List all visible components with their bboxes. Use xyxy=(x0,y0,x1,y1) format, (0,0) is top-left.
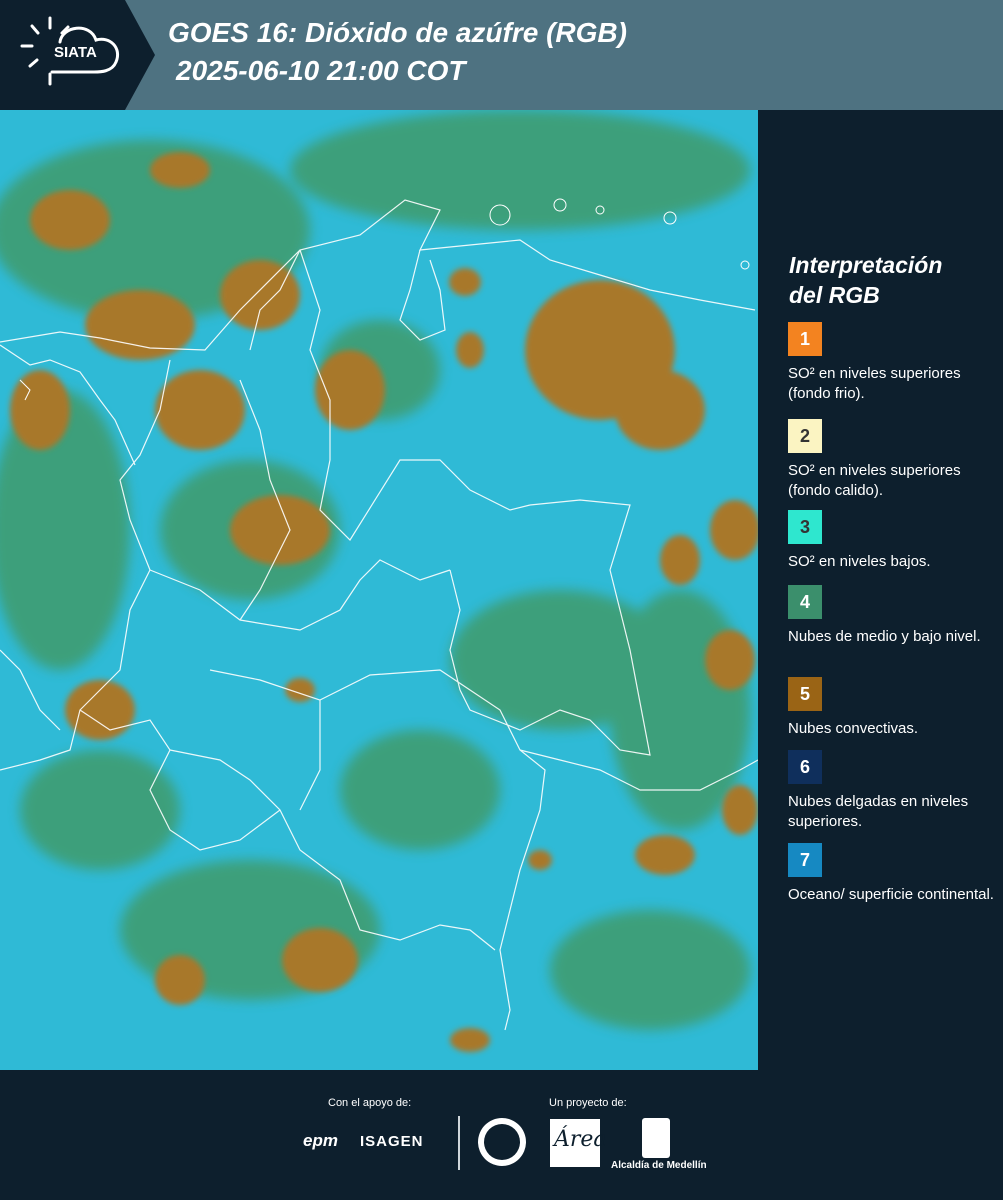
legend-swatch-6: 6 xyxy=(788,750,822,784)
header: SIATA GOES 16: Dióxido de azúfre (RGB) 2… xyxy=(0,0,1003,110)
project-label: Un proyecto de: xyxy=(549,1097,627,1109)
legend-swatch-2: 2 xyxy=(788,419,822,453)
legend-swatch-4: 4 xyxy=(788,585,822,619)
medellin-seal-icon xyxy=(478,1118,526,1166)
epm-logo: epm xyxy=(303,1131,338,1150)
legend-item-5: 5 Nubes convectivas. xyxy=(788,677,998,739)
alcaldia-shield-icon xyxy=(642,1118,670,1158)
title-line-2: 2025-06-10 21:00 COT xyxy=(176,55,466,86)
legend-text-3: SO² en niveles bajos. xyxy=(788,553,931,570)
legend-text-1: SO² en niveles superiores (fondo frio). xyxy=(788,365,961,402)
legend-text-7: Oceano/ superficie continental. xyxy=(788,886,994,903)
legend-swatch-1: 1 xyxy=(788,322,822,356)
legend-item-7: 7 Oceano/ superficie continental. xyxy=(788,843,998,905)
siata-logo-text: SIATA xyxy=(54,44,97,61)
legend-title-line-1: Interpretación xyxy=(789,252,943,278)
siata-logo: SIATA xyxy=(0,0,155,110)
page-title: GOES 16: Dióxido de azúfre (RGB) 2025-06… xyxy=(168,14,627,90)
isagen-logo: ISAGEN xyxy=(360,1133,424,1150)
area-logo-text: Área xyxy=(554,1127,607,1152)
title-line-1: GOES 16: Dióxido de azúfre (RGB) xyxy=(168,17,627,48)
legend-text-2: SO² en niveles superiores (fondo calido)… xyxy=(788,462,961,499)
legend-swatch-5: 5 xyxy=(788,677,822,711)
support-label: Con el apoyo de: xyxy=(328,1097,412,1109)
legend-text-6: Nubes delgadas en niveles superiores. xyxy=(788,793,969,830)
legend-item-1: 1 SO² en niveles superiores (fondo frio)… xyxy=(788,322,998,404)
footer-divider xyxy=(458,1116,460,1170)
footer: Con el apoyo de: Un proyecto de: epm ISA… xyxy=(0,1070,1003,1200)
satellite-map[interactable] xyxy=(0,110,758,1070)
alcaldia-label: Alcaldía de Medellín xyxy=(611,1160,707,1171)
legend-item-2: 2 SO² en niveles superiores (fondo calid… xyxy=(788,419,998,501)
legend-swatch-3: 3 xyxy=(788,510,822,544)
legend-item-3: 3 SO² en niveles bajos. xyxy=(788,510,998,572)
legend-title: Interpretación del RGB xyxy=(789,250,999,310)
legend-title-line-2: del RGB xyxy=(789,282,880,308)
legend-panel: Interpretación del RGB 1 SO² en niveles … xyxy=(760,110,1003,1070)
legend-text-5: Nubes convectivas. xyxy=(788,720,919,737)
legend-item-4: 4 Nubes de medio y bajo nivel. xyxy=(788,585,998,647)
legend-item-6: 6 Nubes delgadas en niveles superiores. xyxy=(788,750,998,832)
legend-swatch-7: 7 xyxy=(788,843,822,877)
area-metropolitana-logo: Área xyxy=(550,1119,607,1167)
legend-text-4: Nubes de medio y bajo nivel. xyxy=(788,628,981,645)
